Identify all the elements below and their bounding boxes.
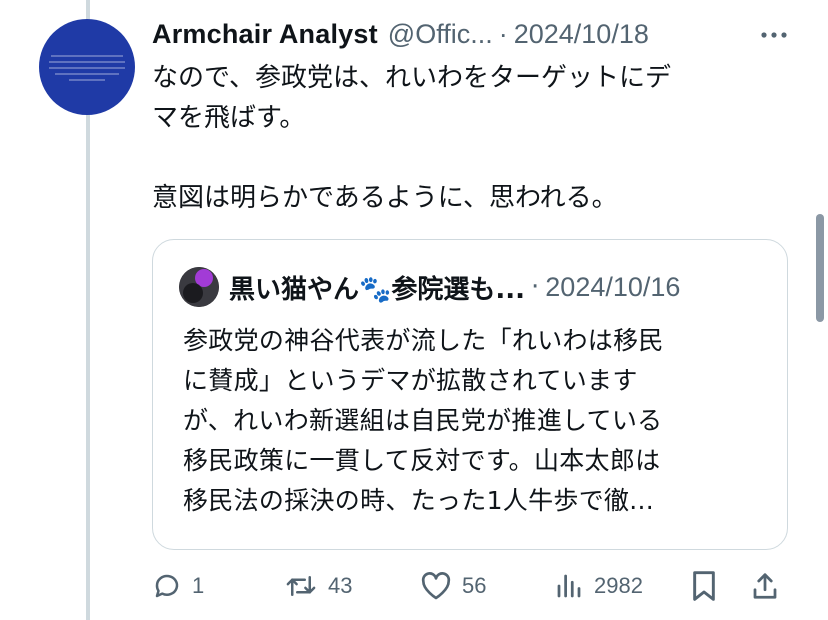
action-bar: 1 43 56 2982 — [152, 566, 792, 606]
quoted-author-avatar — [179, 267, 219, 307]
quoted-text-line: 移民政策に一貫して反対です。山本太郎は — [183, 446, 661, 475]
tweet-text-line: 意図は明らかであるように、思われる。 — [152, 183, 618, 213]
reply-count: 1 — [192, 573, 205, 598]
share-button[interactable] — [750, 566, 780, 606]
bookmark-icon — [693, 571, 715, 601]
bookmark-button[interactable] — [690, 566, 718, 606]
author-avatar[interactable] — [39, 19, 135, 115]
like-button[interactable]: 56 — [420, 566, 486, 606]
author-handle[interactable]: @Offic... — [388, 19, 493, 50]
scrollbar-thumb[interactable] — [816, 214, 824, 322]
like-icon — [421, 572, 451, 600]
reply-button[interactable]: 1 — [152, 566, 204, 606]
views-icon — [557, 574, 581, 598]
quoted-tweet-header: 黒い猫やん🐾参院選も... · 2024/10/16 — [179, 267, 680, 307]
tweet-text: なので、参政党は、れいわをターゲットにデ マを飛ばす。 意図は明らかであるように… — [152, 58, 792, 218]
quoted-tweet-text: 参政党の神谷代表が流した「れいわは移民 に賛成」というデマが拡散されています が… — [183, 321, 664, 521]
tweet-text-line: マを飛ばす。 — [152, 103, 306, 133]
quoted-text-line: に賛成」というデマが拡散されています — [183, 366, 638, 395]
reply-icon — [155, 574, 179, 598]
share-icon — [753, 573, 777, 599]
quoted-text-line: 移民法の採決の時、たった1人牛歩で徹... — [183, 486, 655, 515]
repost-count: 43 — [328, 573, 353, 598]
tweet-text-line: なので、参政党は、れいわをターゲットにデ — [152, 63, 671, 93]
view-count: 2982 — [594, 573, 643, 598]
like-count: 56 — [462, 573, 487, 598]
tweet-header: Armchair Analyst @Offic... · 2024/10/18 — [152, 14, 796, 54]
quoted-author-name[interactable]: 黒い猫やん🐾参院選も... — [229, 269, 525, 306]
separator-dot: · — [531, 272, 540, 302]
author-name[interactable]: Armchair Analyst — [152, 19, 378, 50]
quoted-text-line: が、れいわ新選組は自民党が推進している — [183, 406, 663, 435]
quoted-tweet-date[interactable]: 2024/10/16 — [545, 272, 680, 303]
avatar-image — [49, 55, 125, 81]
separator-dot: · — [498, 18, 508, 49]
quoted-tweet-card[interactable]: 黒い猫やん🐾参院選も... · 2024/10/16 参政党の神谷代表が流した「… — [152, 239, 788, 550]
more-icon[interactable] — [754, 20, 794, 50]
tweet-date[interactable]: 2024/10/18 — [514, 19, 649, 50]
repost-button[interactable]: 43 — [284, 566, 352, 606]
views-button[interactable]: 2982 — [554, 566, 643, 606]
repost-icon — [286, 576, 316, 596]
quoted-text-line: 参政党の神谷代表が流した「れいわは移民 — [183, 326, 664, 355]
